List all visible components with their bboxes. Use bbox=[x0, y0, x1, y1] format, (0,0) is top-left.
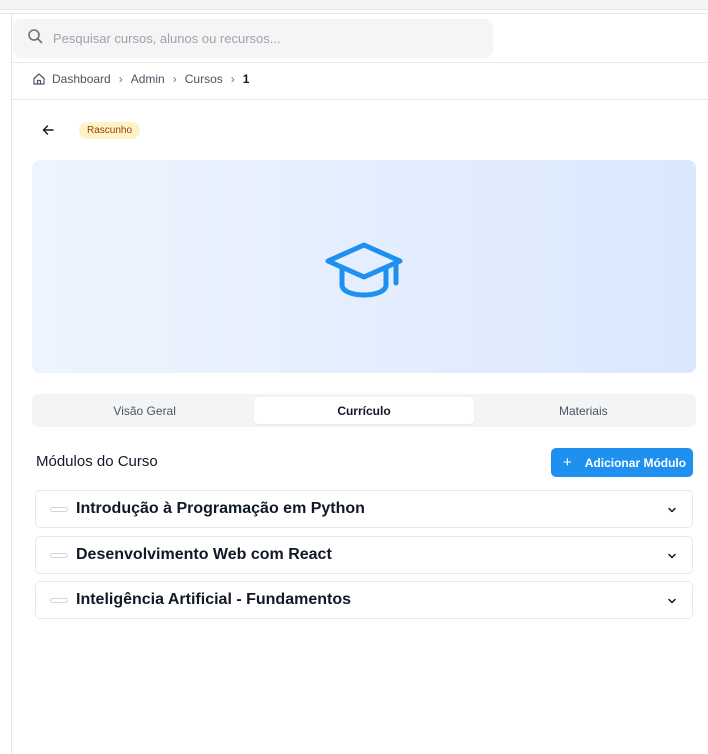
chevron-right-icon: › bbox=[230, 72, 235, 86]
module-title: Introdução à Programação em Python bbox=[76, 500, 365, 517]
breadcrumb-divider bbox=[12, 99, 708, 100]
status-badge: Rascunho bbox=[79, 122, 141, 139]
header-divider bbox=[12, 62, 708, 63]
module-title: Inteligência Artificial - Fundamentos bbox=[76, 591, 351, 608]
breadcrumb: Dashboard › Admin › Cursos › 1 bbox=[32, 72, 249, 86]
chevron-down-icon[interactable] bbox=[666, 504, 678, 516]
tab-curriculo[interactable]: Currículo bbox=[254, 397, 474, 424]
breadcrumb-current: 1 bbox=[242, 72, 250, 86]
chevron-down-icon[interactable] bbox=[666, 550, 678, 562]
window-top-strip bbox=[0, 0, 708, 10]
module-title: Desenvolvimento Web com React bbox=[76, 546, 332, 563]
tab-visao-geral[interactable]: Visão Geral bbox=[35, 397, 254, 424]
drag-handle-icon[interactable] bbox=[50, 506, 68, 512]
drag-handle-icon[interactable] bbox=[50, 597, 68, 603]
plus-icon: + bbox=[563, 454, 572, 471]
sidebar-edge bbox=[11, 13, 12, 754]
graduation-cap-icon bbox=[325, 242, 403, 297]
arrow-left-icon bbox=[42, 125, 54, 135]
search-icon bbox=[27, 28, 43, 49]
module-item[interactable]: Desenvolvimento Web com React bbox=[35, 536, 693, 574]
course-tabs: Visão Geral Currículo Materiais bbox=[32, 394, 696, 427]
add-module-button[interactable]: + Adicionar Módulo bbox=[551, 448, 693, 477]
module-item[interactable]: Introdução à Programação em Python bbox=[35, 490, 693, 528]
chevron-down-icon[interactable] bbox=[666, 595, 678, 607]
section-title: Módulos do Curso bbox=[36, 453, 158, 470]
breadcrumb-admin[interactable]: Admin bbox=[131, 72, 165, 86]
breadcrumb-cursos[interactable]: Cursos bbox=[185, 72, 223, 86]
course-cover bbox=[32, 160, 696, 373]
search-input[interactable] bbox=[53, 31, 453, 46]
divider bbox=[0, 13, 708, 14]
drag-handle-icon[interactable] bbox=[50, 552, 68, 558]
module-item[interactable]: Inteligência Artificial - Fundamentos bbox=[35, 581, 693, 619]
tab-materiais[interactable]: Materiais bbox=[474, 397, 693, 424]
chevron-right-icon: › bbox=[172, 72, 177, 86]
back-button[interactable] bbox=[40, 122, 56, 138]
home-icon[interactable] bbox=[32, 72, 46, 86]
breadcrumb-dashboard[interactable]: Dashboard bbox=[52, 72, 111, 86]
add-module-label: Adicionar Módulo bbox=[584, 455, 687, 470]
search-bar[interactable] bbox=[13, 19, 493, 58]
chevron-right-icon: › bbox=[118, 72, 123, 86]
